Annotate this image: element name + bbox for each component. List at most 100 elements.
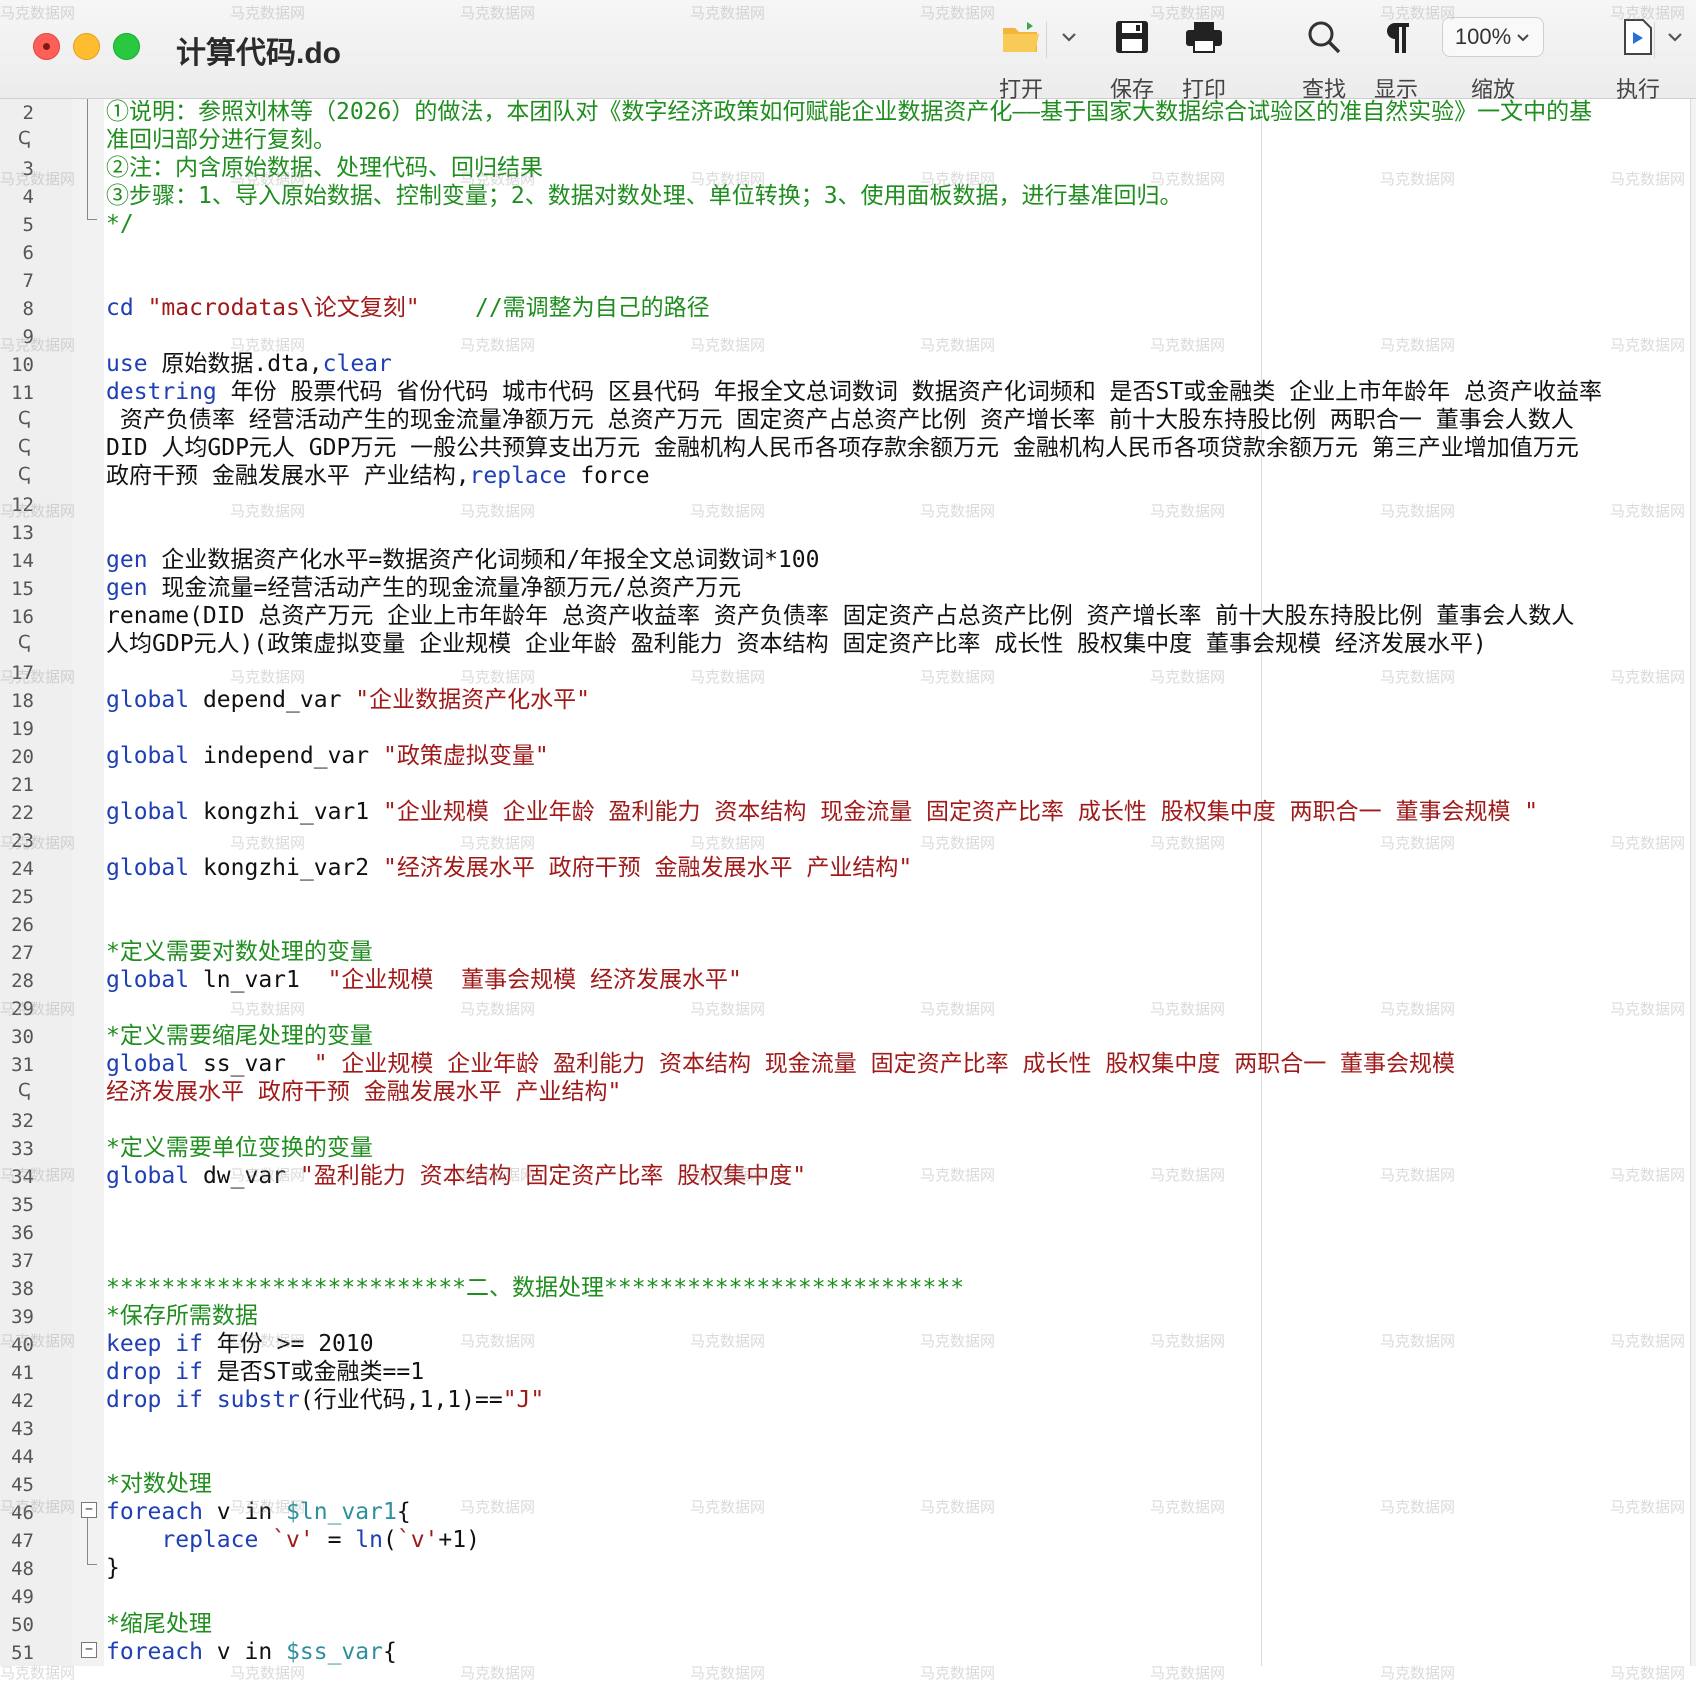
- zoom-control[interactable]: 100% 缩放: [1442, 14, 1544, 104]
- code-line-18: global depend_var "企业数据资产化水平": [106, 686, 590, 714]
- open-button[interactable]: 打开: [988, 14, 1054, 104]
- code-text: 年份 >= 2010: [202, 1331, 374, 1357]
- show-button[interactable]: 显示: [1360, 14, 1432, 104]
- line-number: 20: [11, 746, 34, 768]
- code-line-48: }: [106, 1555, 120, 1581]
- string: "企业规模 董事会规模 经济发展水平": [327, 967, 742, 993]
- code-line-3: ②注：内含原始数据、处理代码、回归结果: [106, 155, 543, 181]
- line-number: 34: [11, 1166, 34, 1188]
- wrap-marker: ↅ: [18, 408, 31, 429]
- keyword: global: [106, 687, 190, 713]
- line-number: 11: [11, 382, 34, 404]
- string: "政策虚拟变量": [382, 743, 549, 769]
- run-dropdown-chevron-icon[interactable]: [1664, 26, 1686, 48]
- code-line-14: gen 企业数据资产化水平=数据资产化词频和/年报全文总词数词*100: [106, 546, 819, 574]
- line-number: 6: [22, 242, 34, 264]
- code-line-28: global ln_var1 "企业规模 董事会规模 经济发展水平": [106, 966, 742, 994]
- code-line-50: *缩尾处理: [106, 1611, 212, 1637]
- line-number: 10: [11, 354, 34, 376]
- code-text: 政府干预 金融发展水平 产业结构,: [106, 463, 470, 489]
- wrap-marker: ↅ: [18, 1080, 31, 1101]
- line-number: 51: [11, 1642, 34, 1664]
- fold-toggle-button[interactable]: −: [81, 1502, 97, 1518]
- function: substr: [216, 1387, 300, 1413]
- fold-toggle-button[interactable]: −: [81, 1642, 97, 1658]
- code-line-5: */: [106, 211, 134, 237]
- window-toolbar: 计算代码.do 打开 保存 打印 查找 显示 100% 缩放 执行: [0, 0, 1696, 102]
- keyword: foreach: [106, 1499, 203, 1525]
- zoom-window-button[interactable]: [113, 33, 140, 60]
- line-number: 41: [11, 1362, 34, 1384]
- line-number: 14: [11, 550, 34, 572]
- code-text: (行业代码,1,1)==: [299, 1387, 503, 1413]
- code-line-11-wrap: DID 人均GDP元人 GDP万元 一般公共预算支出万元 金融机构人民币各项存款…: [106, 435, 1579, 461]
- code-line-39: *保存所需数据: [106, 1303, 258, 1329]
- code-line-34: global dw_var "盈利能力 资本结构 固定资产比率 股权集中度": [106, 1162, 806, 1190]
- save-button[interactable]: 保存: [1096, 14, 1168, 104]
- line-number: 18: [11, 690, 34, 712]
- code-text: 企业数据资产化水平=数据资产化词频和/年报全文总词数词*100: [147, 547, 820, 573]
- code-text: independ_var: [189, 743, 383, 769]
- function: ln: [355, 1527, 383, 1553]
- code-text: v in: [202, 1639, 287, 1665]
- print-button[interactable]: 打印: [1168, 14, 1240, 104]
- line-number: 40: [11, 1334, 34, 1356]
- string: `v': [258, 1527, 328, 1553]
- keyword: if: [175, 1387, 203, 1413]
- open-dropdown-chevron-icon[interactable]: [1058, 26, 1080, 48]
- code-line-31-wrap: 经济发展水平 政府干预 金融发展水平 产业结构": [106, 1079, 622, 1105]
- code-editor[interactable]: [104, 99, 1696, 1666]
- line-number: 44: [11, 1446, 34, 1468]
- toolbar-separator: [1046, 22, 1047, 58]
- right-margin-guide: [1261, 99, 1262, 1666]
- line-number: 19: [11, 718, 34, 740]
- zoom-select[interactable]: 100%: [1442, 17, 1544, 57]
- code-line-33: *定义需要单位变换的变量: [106, 1135, 373, 1161]
- chevron-down-icon: [1517, 34, 1529, 42]
- keyword: global: [106, 855, 190, 881]
- keyword: global: [106, 967, 190, 993]
- code-line-10: use 原始数据.dta,clear: [106, 350, 392, 378]
- code-line-11: destring 年份 股票代码 省份代码 城市代码 区县代码 年报全文总词数词…: [106, 378, 1602, 406]
- line-number: 21: [11, 774, 34, 796]
- keyword: if: [175, 1359, 203, 1385]
- string: " 企业规模 企业年龄 盈利能力 资本结构 现金流量 固定资产比率 成长性 股权…: [313, 1051, 1456, 1077]
- find-button[interactable]: 查找: [1288, 14, 1360, 104]
- minimize-window-button[interactable]: [73, 33, 100, 60]
- vertical-scrollbar[interactable]: [1690, 99, 1696, 1666]
- code-text: force: [566, 463, 650, 489]
- line-number: 12: [11, 494, 34, 516]
- comment: //需调整为自己的路径: [474, 295, 710, 321]
- code-text: +1): [438, 1527, 480, 1553]
- wrap-marker: ↅ: [18, 128, 31, 149]
- line-number: 43: [11, 1418, 34, 1440]
- macro: $ss_var: [286, 1639, 383, 1665]
- code-line-30: *定义需要缩尾处理的变量: [106, 1023, 373, 1049]
- line-number: 29: [11, 998, 34, 1020]
- line-number: 27: [11, 942, 34, 964]
- code-line-8: cd "macrodatas\论文复刻" //需调整为自己的路径: [106, 294, 710, 322]
- keyword: drop: [106, 1359, 162, 1385]
- folder-open-icon: [988, 14, 1054, 60]
- keyword: cd: [106, 295, 134, 321]
- line-number: 17: [11, 662, 34, 684]
- string: "企业规模 企业年龄 盈利能力 资本结构 现金流量 固定资产比率 成长性 股权集…: [382, 799, 1539, 825]
- keyword: gen: [106, 547, 148, 573]
- code-line-11-wrap: 政府干预 金融发展水平 产业结构,replace force: [106, 462, 650, 490]
- code-line-31: global ss_var " 企业规模 企业年龄 盈利能力 资本结构 现金流量…: [106, 1050, 1455, 1078]
- code-text: {: [382, 1639, 397, 1665]
- string: "macrodatas\论文复刻": [147, 295, 420, 321]
- code-line-40: keep if 年份 >= 2010: [106, 1330, 374, 1358]
- line-number: 35: [11, 1194, 34, 1216]
- keyword: replace: [469, 463, 567, 489]
- line-number: 36: [11, 1222, 34, 1244]
- line-number: 22: [11, 802, 34, 824]
- line-number: 9: [22, 326, 34, 348]
- close-window-button[interactable]: [33, 33, 60, 60]
- printer-icon: [1168, 14, 1240, 60]
- line-number: 49: [11, 1586, 34, 1608]
- code-line-46: foreach v in $ln_var1{: [106, 1498, 411, 1526]
- code-line-45: *对数处理: [106, 1471, 212, 1497]
- line-number: 3: [22, 158, 34, 180]
